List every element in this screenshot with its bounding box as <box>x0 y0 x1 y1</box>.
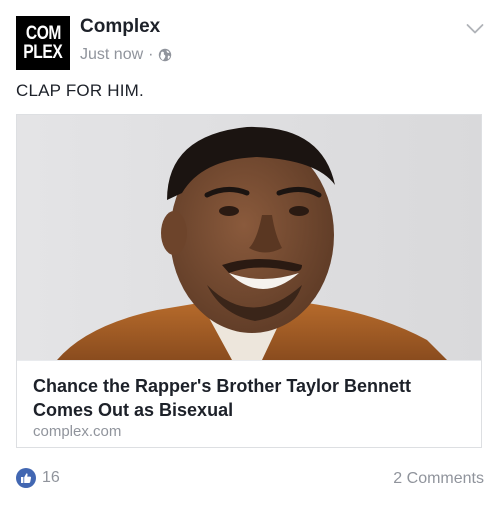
logo-text-line1: COM <box>25 23 61 44</box>
reactions-summary[interactable]: 16 <box>16 468 60 488</box>
thumbs-up-icon <box>16 468 36 488</box>
globe-icon[interactable] <box>158 48 172 62</box>
post-message: CLAP FOR HIM. <box>16 81 144 100</box>
logo-text-line2: PLEX <box>23 42 63 63</box>
link-preview-text[interactable]: Chance the Rapper's Brother Taylor Benne… <box>17 360 481 447</box>
timestamp-link[interactable]: Just now <box>80 46 143 64</box>
page-name-link[interactable]: Complex <box>80 16 160 38</box>
like-count: 16 <box>42 469 60 486</box>
link-preview-image[interactable] <box>17 115 481 360</box>
link-domain: complex.com <box>33 423 122 440</box>
comments-link[interactable]: 2 Comments <box>393 470 484 488</box>
meta-separator: · <box>148 46 154 63</box>
chevron-down-icon[interactable] <box>466 22 484 34</box>
link-preview-card[interactable]: Chance the Rapper's Brother Taylor Benne… <box>16 114 482 448</box>
post-meta: Just now · <box>80 46 172 64</box>
page-avatar[interactable]: COM PLEX <box>16 16 70 70</box>
feed-post: COM PLEX Complex Just now · CLAP FOR HIM… <box>0 0 500 505</box>
link-title[interactable]: Chance the Rapper's Brother Taylor Benne… <box>33 374 463 422</box>
